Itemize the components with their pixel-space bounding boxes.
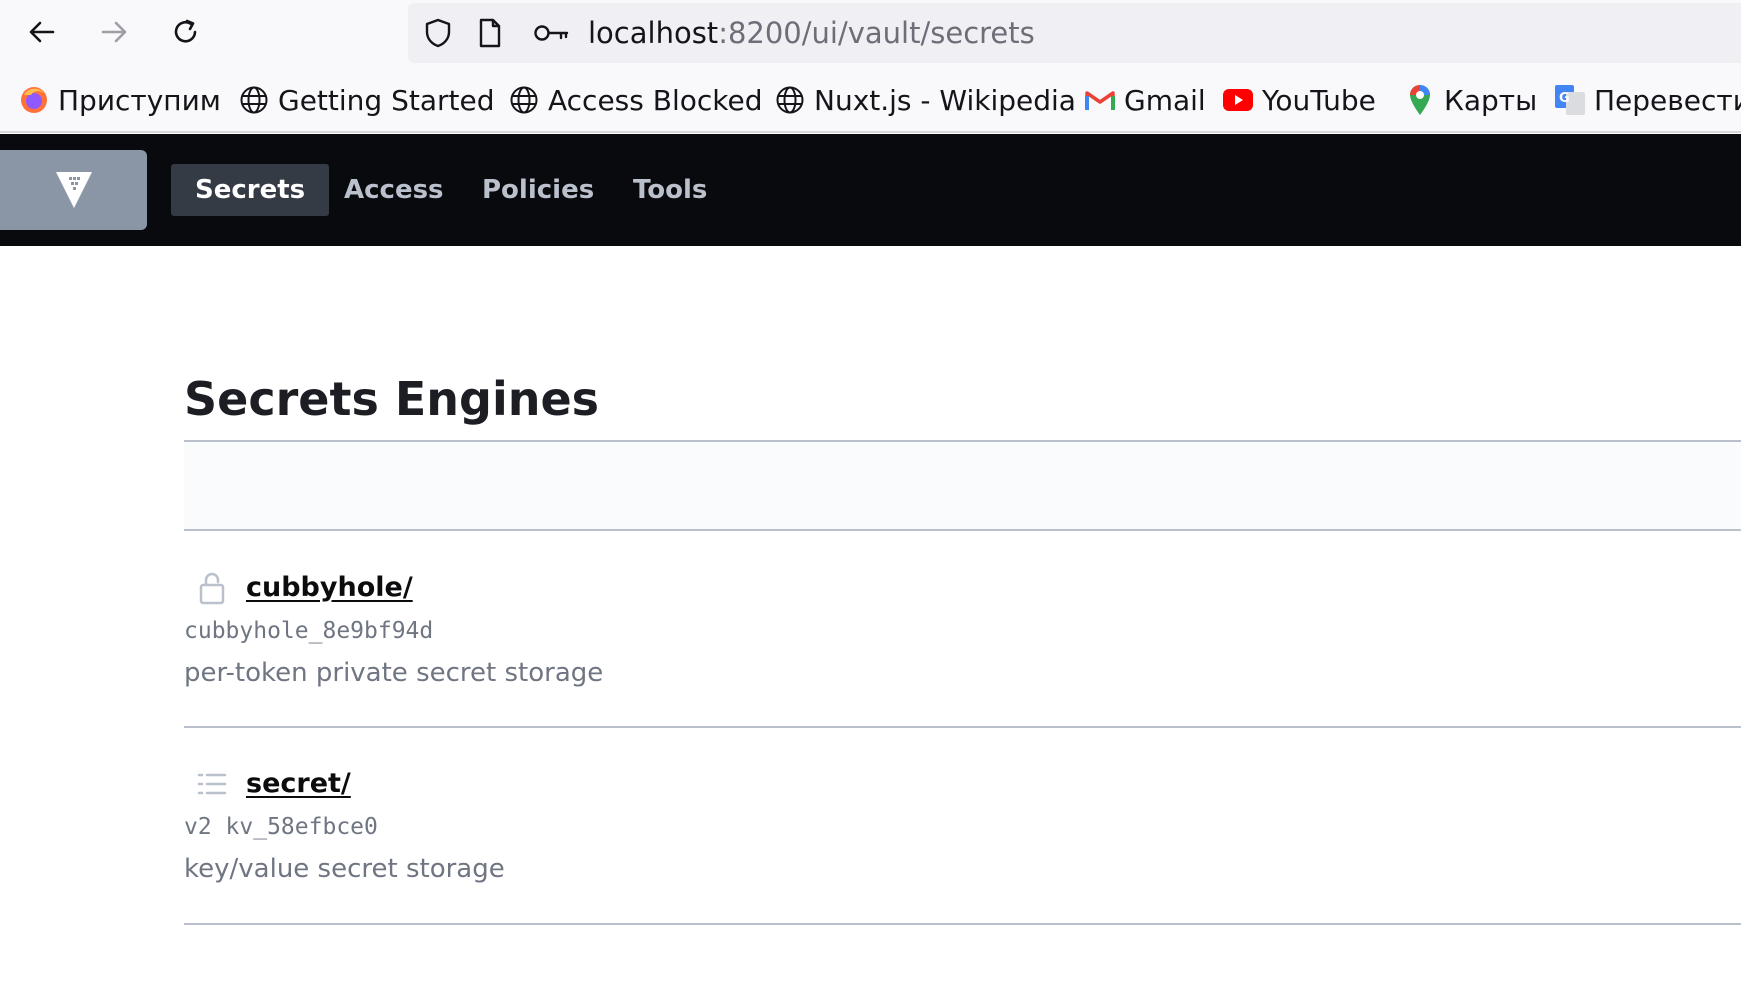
bookmark-label: YouTube bbox=[1262, 83, 1376, 117]
vault-logo[interactable] bbox=[0, 150, 147, 230]
url-host: localhost bbox=[588, 16, 719, 50]
tab-tools[interactable]: Tools bbox=[609, 164, 731, 216]
reload-button[interactable] bbox=[166, 12, 206, 52]
list-icon bbox=[194, 766, 230, 802]
engine-description: per-token private secret storage bbox=[184, 658, 604, 688]
key-icon[interactable] bbox=[532, 17, 572, 49]
bookmark-label: Перевести bbox=[1594, 83, 1741, 117]
translate-icon: G bbox=[1554, 84, 1586, 116]
bookmarks-toolbar: Приступим Getting Started Access Blocked bbox=[0, 64, 1741, 133]
tab-secrets[interactable]: Secrets bbox=[171, 164, 330, 216]
tab-access[interactable]: Access bbox=[320, 164, 468, 216]
list-item[interactable]: cubbyhole/ cubbyhole_8e9bf94d per-token … bbox=[184, 570, 1741, 728]
engine-accessor: cubbyhole_8e9bf94d bbox=[184, 618, 434, 644]
vault-triangle-icon bbox=[55, 172, 92, 208]
bookmark-label: Приступим bbox=[58, 83, 221, 117]
bookmark-item[interactable]: Gmail bbox=[1084, 82, 1206, 118]
bookmark-label: Getting Started bbox=[278, 83, 495, 117]
arrow-right-icon bbox=[101, 21, 127, 43]
engine-path-link[interactable]: secret/ bbox=[246, 768, 351, 799]
svg-text:G: G bbox=[1559, 91, 1570, 106]
engine-accessor: v2 kv_58efbce0 bbox=[184, 814, 378, 840]
bookmark-label: Карты bbox=[1444, 83, 1538, 117]
list-item[interactable]: secret/ v2 kv_58efbce0 key/value secret … bbox=[184, 766, 1741, 925]
bookmark-item[interactable]: YouTube bbox=[1222, 82, 1376, 118]
gmail-icon bbox=[1084, 84, 1116, 116]
arrow-left-icon bbox=[29, 21, 55, 43]
maps-pin-icon bbox=[1404, 84, 1436, 116]
globe-icon bbox=[774, 84, 806, 116]
back-button[interactable] bbox=[22, 12, 62, 52]
youtube-icon bbox=[1222, 84, 1254, 116]
engine-path-link[interactable]: cubbyhole/ bbox=[246, 572, 413, 603]
forward-button[interactable] bbox=[94, 12, 134, 52]
toolbar-strip bbox=[184, 440, 1741, 531]
page-icon[interactable] bbox=[474, 17, 506, 49]
globe-icon bbox=[508, 84, 540, 116]
engine-description: key/value secret storage bbox=[184, 854, 505, 884]
bookmark-item[interactable]: Getting Started bbox=[238, 82, 494, 118]
bookmark-label: Nuxt.js - Wikipedia bbox=[814, 83, 1076, 117]
bookmark-item[interactable]: Карты bbox=[1404, 82, 1537, 118]
shield-icon[interactable] bbox=[422, 17, 454, 49]
app-header: Secrets Access Policies Tools bbox=[0, 134, 1741, 246]
globe-icon bbox=[238, 84, 270, 116]
reload-icon bbox=[174, 19, 197, 43]
tab-policies[interactable]: Policies bbox=[458, 164, 618, 216]
url-path: :8200/ui/vault/secrets bbox=[718, 16, 1035, 50]
bookmark-item[interactable]: Nuxt.js - Wikipedia bbox=[774, 82, 1076, 118]
address-bar[interactable]: localhost:8200/ui/vault/secrets bbox=[408, 3, 1741, 63]
firefox-icon bbox=[18, 84, 50, 116]
bookmark-label: Gmail bbox=[1124, 83, 1206, 117]
bookmark-label: Access Blocked bbox=[548, 83, 763, 117]
url-text[interactable]: localhost:8200/ui/vault/secrets bbox=[588, 16, 1035, 50]
browser-toolbar: localhost:8200/ui/vault/secrets bbox=[0, 0, 1741, 64]
bookmark-item[interactable]: Приступим bbox=[18, 82, 221, 118]
bookmark-item[interactable]: Access Blocked bbox=[508, 82, 762, 118]
bookmark-item[interactable]: G Перевести bbox=[1554, 82, 1741, 118]
page-title: Secrets Engines bbox=[184, 372, 600, 426]
lock-icon bbox=[194, 570, 230, 606]
